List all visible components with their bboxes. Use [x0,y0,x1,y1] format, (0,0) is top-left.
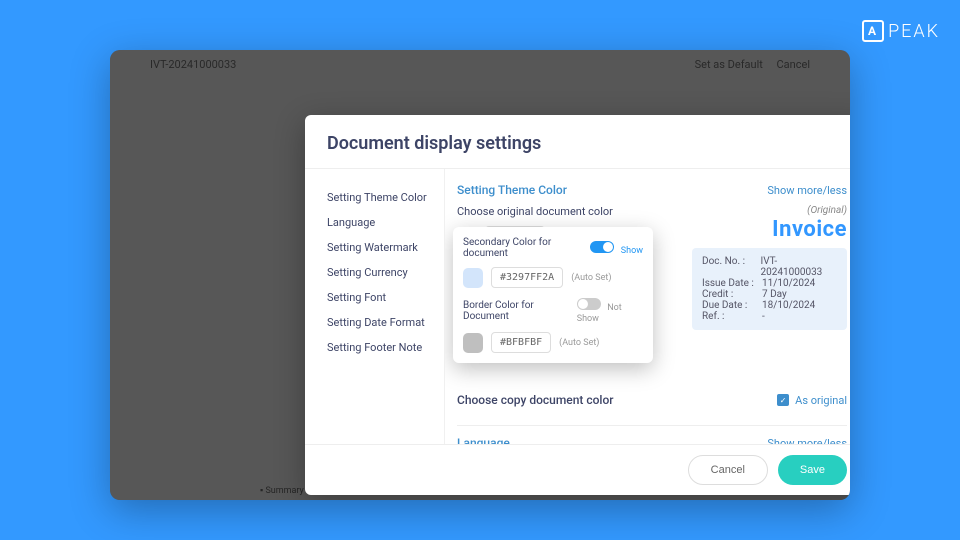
choose-copy-label: Choose copy document color [457,393,614,407]
border-color-swatch[interactable] [463,333,483,353]
preview-row: Credit :7 Day [702,289,837,300]
brand-logo: A PEAK [862,20,940,42]
document-preview: Invoice Doc. No. :IVT-20241000033 Issue … [692,217,847,330]
border-color-label: Border Color for Document [463,300,577,322]
preview-row: Doc. No. :IVT-20241000033 [702,256,837,278]
preview-row: Ref. :- [702,311,837,322]
brand-text: PEAK [888,21,940,42]
close-icon[interactable]: ✕ [675,120,690,141]
color-popover: Secondary Color for document Show #3297F… [453,227,653,363]
sidebar-item-currency[interactable]: Setting Currency [327,260,444,285]
secondary-autoset: (Auto Set) [571,273,611,283]
sidebar-item-footer[interactable]: Setting Footer Note [327,335,444,360]
modal-footer: Cancel Save [305,444,850,495]
preview-row: Due Date :18/10/2024 [702,300,837,311]
settings-sidebar: Setting Theme Color Language Setting Wat… [305,169,445,444]
border-autoset: (Auto Set) [559,338,599,348]
sidebar-item-watermark[interactable]: Setting Watermark [327,235,444,260]
theme-show-more[interactable]: Show more/less [767,184,847,197]
secondary-toggle-label: Show [621,246,643,256]
sidebar-item-date[interactable]: Setting Date Format [327,310,444,335]
cancel-button[interactable]: Cancel [688,455,768,485]
app-window: IVT-20241000033 Set as Default Cancel ▪ … [110,50,850,500]
secondary-toggle[interactable] [590,241,614,253]
invoice-title: Invoice [692,217,847,242]
secondary-color-label: Secondary Color for document [463,237,558,259]
preview-row: Issue Date :11/10/2024 [702,278,837,289]
as-original-checkbox[interactable]: ✓ As original [777,394,847,407]
sidebar-item-font[interactable]: Setting Font [327,285,444,310]
sidebar-item-language[interactable]: Language [327,210,444,235]
secondary-color-swatch[interactable] [463,268,483,288]
as-original-label: As original [795,394,847,407]
border-color-hex: #BFBFBF [491,332,551,353]
section-divider [457,425,847,426]
modal-title: Document display settings [305,115,850,169]
theme-section-title: Setting Theme Color [457,183,567,197]
choose-original-label: Choose original document color [457,205,613,218]
brand-icon: A [862,20,884,42]
border-toggle[interactable] [577,298,601,310]
save-button[interactable]: Save [778,455,847,485]
secondary-color-hex: #3297FF2A [491,267,563,288]
check-icon: ✓ [777,394,789,406]
sidebar-item-theme[interactable]: Setting Theme Color [327,185,444,210]
language-show-more[interactable]: Show more/less [767,437,847,445]
language-section-title: Language [457,436,510,444]
settings-modal: Document display settings Setting Theme … [305,115,850,495]
settings-main: Setting Theme Color Show more/less Choos… [445,169,850,444]
preview-box: Doc. No. :IVT-20241000033 Issue Date :11… [692,248,847,330]
